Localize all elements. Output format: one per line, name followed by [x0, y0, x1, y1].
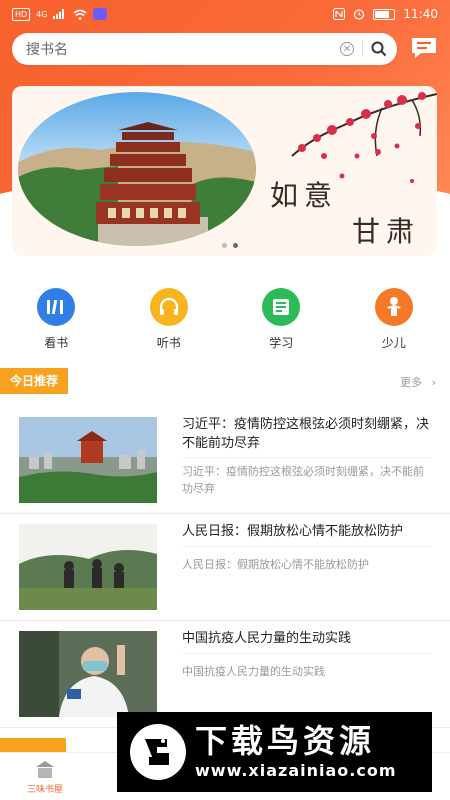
bookstore-icon — [36, 761, 54, 778]
book-icon — [37, 288, 76, 326]
study-icon — [262, 288, 301, 326]
category-read[interactable]: 看书 — [0, 288, 113, 351]
watermark-url: www.xiazainiao.com — [195, 761, 397, 780]
search-input[interactable]: 搜书名 — [26, 39, 340, 59]
tab-label: 三味书屋 — [26, 785, 63, 795]
category-label: 听书 — [156, 336, 181, 350]
section-title: 今日推荐 — [0, 368, 69, 394]
news-item[interactable]: 习近平：疫情防控这根弦必须时刻绷紧，决不能前功尽弃 习近平：疫情防控这根弦必须时… — [0, 407, 450, 514]
bird-logo-icon — [130, 724, 186, 780]
banner-dot-active[interactable] — [233, 243, 238, 248]
nfc-icon — [333, 8, 346, 20]
clear-icon[interactable]: ✕ — [340, 42, 354, 56]
network-type: 4G — [36, 9, 48, 19]
child-icon — [374, 288, 413, 326]
banner-text-line1: 如意 — [270, 179, 339, 212]
news-thumbnail — [19, 524, 157, 610]
promo-banner[interactable]: 如意 甘肃 — [12, 86, 437, 256]
app-notification-icon — [93, 8, 108, 20]
news-summary: 人民日报：假期放松心情不能放松防护 — [182, 558, 369, 571]
wifi-icon — [73, 9, 87, 20]
news-divider — [182, 546, 432, 547]
search-bar[interactable]: 搜书名 ✕ — [12, 33, 397, 65]
more-link[interactable]: 更多 › — [400, 374, 436, 390]
banner-dot[interactable] — [222, 243, 227, 248]
news-title: 习近平：疫情防控这根弦必须时刻绷紧，决不能前功尽弃 — [182, 417, 430, 451]
signal-icon — [53, 9, 65, 19]
headphones-icon — [149, 288, 188, 326]
category-row: 看书 听书 学习 少儿 — [0, 288, 450, 351]
category-study[interactable]: 学习 — [225, 288, 338, 351]
tab-bookstore[interactable]: 三味书屋 — [0, 753, 90, 800]
watermark-title: 下载鸟资源 — [195, 722, 376, 760]
hd-indicator: HD — [12, 7, 31, 21]
category-children[interactable]: 少儿 — [338, 288, 450, 351]
banner-text-line2: 甘肃 — [352, 215, 421, 248]
category-listen[interactable]: 听书 — [113, 288, 226, 351]
message-icon[interactable] — [410, 36, 438, 60]
news-divider — [182, 653, 432, 654]
clock: 11:40 — [403, 7, 438, 21]
search-divider — [362, 41, 363, 57]
category-label: 少儿 — [381, 336, 406, 350]
section-header: 今日推荐 更多 › — [0, 368, 450, 394]
news-title: 中国抗疫人民力量的生动实践 — [182, 631, 352, 646]
battery-icon — [373, 8, 396, 20]
watermark-overlay: 下载鸟资源 www.xiazainiao.com — [117, 712, 432, 792]
search-icon[interactable] — [371, 41, 397, 57]
chevron-right-icon: › — [431, 376, 436, 389]
news-thumbnail — [19, 631, 157, 717]
category-label: 学习 — [269, 336, 294, 350]
news-thumbnail — [19, 417, 157, 503]
more-label: 更多 — [400, 376, 423, 389]
news-summary: 中国抗疫人民力量的生动实践 — [182, 665, 325, 678]
news-item[interactable]: 人民日报：假期放松心情不能放松防护 人民日报：假期放松心情不能放松防护 — [0, 514, 450, 621]
alarm-icon — [354, 9, 365, 20]
banner-pagination — [222, 243, 238, 248]
category-label: 看书 — [44, 336, 69, 350]
news-title: 人民日报：假期放松心情不能放松防护 — [182, 524, 404, 539]
news-divider — [182, 457, 432, 458]
news-summary: 习近平：疫情防控这根弦必须时刻绷紧，决不能前功尽弃 — [182, 465, 424, 495]
banner-photo — [18, 92, 256, 246]
status-bar: HD 4G 11:40 — [0, 0, 450, 28]
